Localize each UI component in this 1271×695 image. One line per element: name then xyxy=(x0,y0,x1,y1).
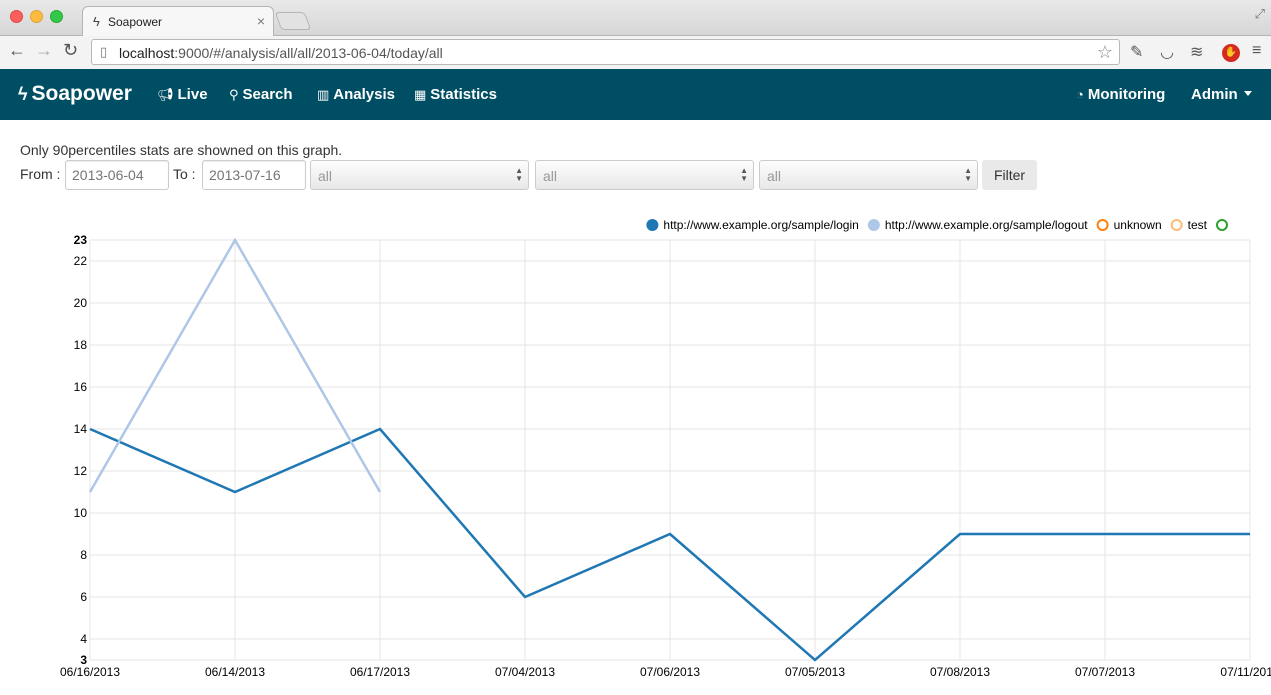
y-tick-label: 22 xyxy=(74,254,88,268)
dashboard-icon: ◔ xyxy=(1076,87,1084,102)
legend-item[interactable]: http://www.example.org/sample/login xyxy=(646,218,859,232)
select-arrows-icon: ▲ ▼ xyxy=(740,166,748,183)
url-path: :9000/#/analysis/all/all/2013-06-04/toda… xyxy=(174,45,443,61)
environment-select[interactable]: all ▲ ▼ xyxy=(310,160,529,190)
x-tick-label: 07/11/2013 xyxy=(1220,665,1271,679)
buffer-icon[interactable]: ≋ xyxy=(1190,42,1203,62)
url-host: localhost xyxy=(119,45,175,61)
fullscreen-icon[interactable]: ⤢ xyxy=(1255,6,1265,22)
legend-label: http://www.example.org/sample/login xyxy=(663,218,858,232)
nav-statistics-label: Statistics xyxy=(430,86,497,103)
table-icon: ▦ xyxy=(414,87,427,102)
reload-icon[interactable]: ↻ xyxy=(63,40,78,61)
browser-tabstrip: ϟ Soapower × ⤢ xyxy=(0,0,1271,37)
legend-marker xyxy=(1170,219,1183,231)
close-icon[interactable]: × xyxy=(257,13,265,29)
y-tick-label: 12 xyxy=(74,464,88,478)
menu-icon[interactable]: ≡ xyxy=(1252,42,1261,60)
from-label: From : xyxy=(20,166,61,182)
legend-label: http://www.example.org/sample/logout xyxy=(885,218,1088,232)
info-text: Only 90percentiles stats are showned on … xyxy=(20,142,343,158)
y-tick-label: 6 xyxy=(80,590,87,604)
minimize-window-button[interactable] xyxy=(30,10,43,23)
legend-label: test xyxy=(1188,218,1208,232)
x-tick-label: 07/05/2013 xyxy=(785,665,845,679)
bolt-icon: ϟ xyxy=(18,84,28,104)
app-navbar: ϟ Soapower 📢︎ Live ⚲ Search ▥ Analysis ▦ Stat… xyxy=(0,69,1271,120)
select-value: all xyxy=(767,168,782,184)
nav-live-label: Live xyxy=(177,86,208,103)
y-tick-label: 10 xyxy=(74,506,88,520)
filter-button[interactable]: Filter xyxy=(982,160,1037,190)
bullhorn-icon: 📢︎ xyxy=(157,87,174,102)
x-tick-label: 06/14/2013 xyxy=(205,665,265,679)
y-tick-label: 14 xyxy=(74,422,88,436)
nav-monitoring-label: Monitoring xyxy=(1087,86,1166,103)
x-tick-label: 07/08/2013 xyxy=(930,665,990,679)
back-arrow-icon[interactable]: ← xyxy=(8,40,26,61)
x-tick-label: 07/06/2013 xyxy=(640,665,700,679)
legend-item[interactable]: test xyxy=(1170,218,1208,232)
nav-admin-dropdown[interactable]: Admin xyxy=(1191,86,1252,103)
select-value: all xyxy=(318,168,333,184)
from-date-input[interactable] xyxy=(65,160,169,190)
x-tick-label: 06/16/2013 xyxy=(60,665,120,679)
nav-admin-label: Admin xyxy=(1191,86,1238,103)
tab-title: Soapower xyxy=(108,15,163,29)
to-date-input[interactable] xyxy=(202,160,306,190)
y-tick-label: 4 xyxy=(80,632,87,646)
bar-chart-icon: ▥ xyxy=(317,87,330,102)
legend-marker xyxy=(1216,219,1228,231)
legend-item[interactable] xyxy=(1216,219,1228,231)
forward-arrow-icon[interactable]: → xyxy=(35,40,53,61)
close-window-button[interactable] xyxy=(10,10,23,23)
y-tick-label: 18 xyxy=(74,338,88,352)
search-icon: ⚲ xyxy=(229,87,239,102)
legend-marker xyxy=(646,219,659,231)
status-select[interactable]: all ▲ ▼ xyxy=(759,160,978,190)
address-bar[interactable]: ▯ localhost:9000/#/analysis/all/all/2013… xyxy=(91,39,1120,65)
wrench-icon[interactable]: ✎ xyxy=(1130,42,1143,62)
legend-item[interactable]: unknown xyxy=(1096,218,1162,232)
nav-analysis[interactable]: ▥ Analysis xyxy=(317,86,395,103)
pocket-icon[interactable]: ◡ xyxy=(1160,42,1174,62)
nav-analysis-label: Analysis xyxy=(333,86,395,103)
nav-search[interactable]: ⚲ Search xyxy=(229,86,293,103)
service-select[interactable]: all ▲ ▼ xyxy=(535,160,754,190)
nav-search-label: Search xyxy=(242,86,293,103)
nav-monitoring[interactable]: ◔ Monitoring xyxy=(1076,86,1165,103)
select-arrows-icon: ▲ ▼ xyxy=(515,166,523,183)
x-tick-label: 07/04/2013 xyxy=(495,665,555,679)
to-label: To : xyxy=(173,166,196,182)
legend-label: unknown xyxy=(1114,218,1162,232)
brand-name: Soapower xyxy=(31,82,132,105)
legend-marker xyxy=(867,219,880,231)
x-tick-label: 07/07/2013 xyxy=(1075,665,1135,679)
browser-tab[interactable]: ϟ Soapower × xyxy=(82,6,274,37)
url-text[interactable]: localhost:9000/#/analysis/all/all/2013-0… xyxy=(119,45,443,61)
adblock-icon[interactable]: ✋ xyxy=(1222,44,1240,62)
select-value: all xyxy=(543,168,558,184)
legend-item[interactable]: http://www.example.org/sample/logout xyxy=(867,218,1088,232)
bolt-icon: ϟ xyxy=(93,14,100,29)
y-tick-label: 23 xyxy=(74,233,88,247)
bookmark-star-icon[interactable]: ☆ xyxy=(1097,42,1113,63)
new-tab-button[interactable] xyxy=(274,12,312,30)
nav-statistics[interactable]: ▦ Statistics xyxy=(414,86,497,103)
browser-toolbar: ← → ↻ ▯ localhost:9000/#/analysis/all/al… xyxy=(0,36,1271,69)
legend-marker xyxy=(1096,219,1109,231)
page-icon: ▯ xyxy=(100,44,108,59)
select-arrows-icon: ▲ ▼ xyxy=(964,166,972,183)
zoom-window-button[interactable] xyxy=(50,10,63,23)
line-chart: 3468101214161820222306/16/2013 06/14/2013… xyxy=(60,218,1271,679)
y-tick-label: 16 xyxy=(74,380,88,394)
caret-down-icon xyxy=(1243,91,1252,96)
x-tick-label: 06/17/2013 xyxy=(350,665,410,679)
y-tick-label: 20 xyxy=(74,296,88,310)
brand-logo[interactable]: ϟ Soapower xyxy=(18,82,132,106)
nav-live[interactable]: 📢︎ Live xyxy=(157,86,208,103)
y-tick-label: 8 xyxy=(80,548,87,562)
